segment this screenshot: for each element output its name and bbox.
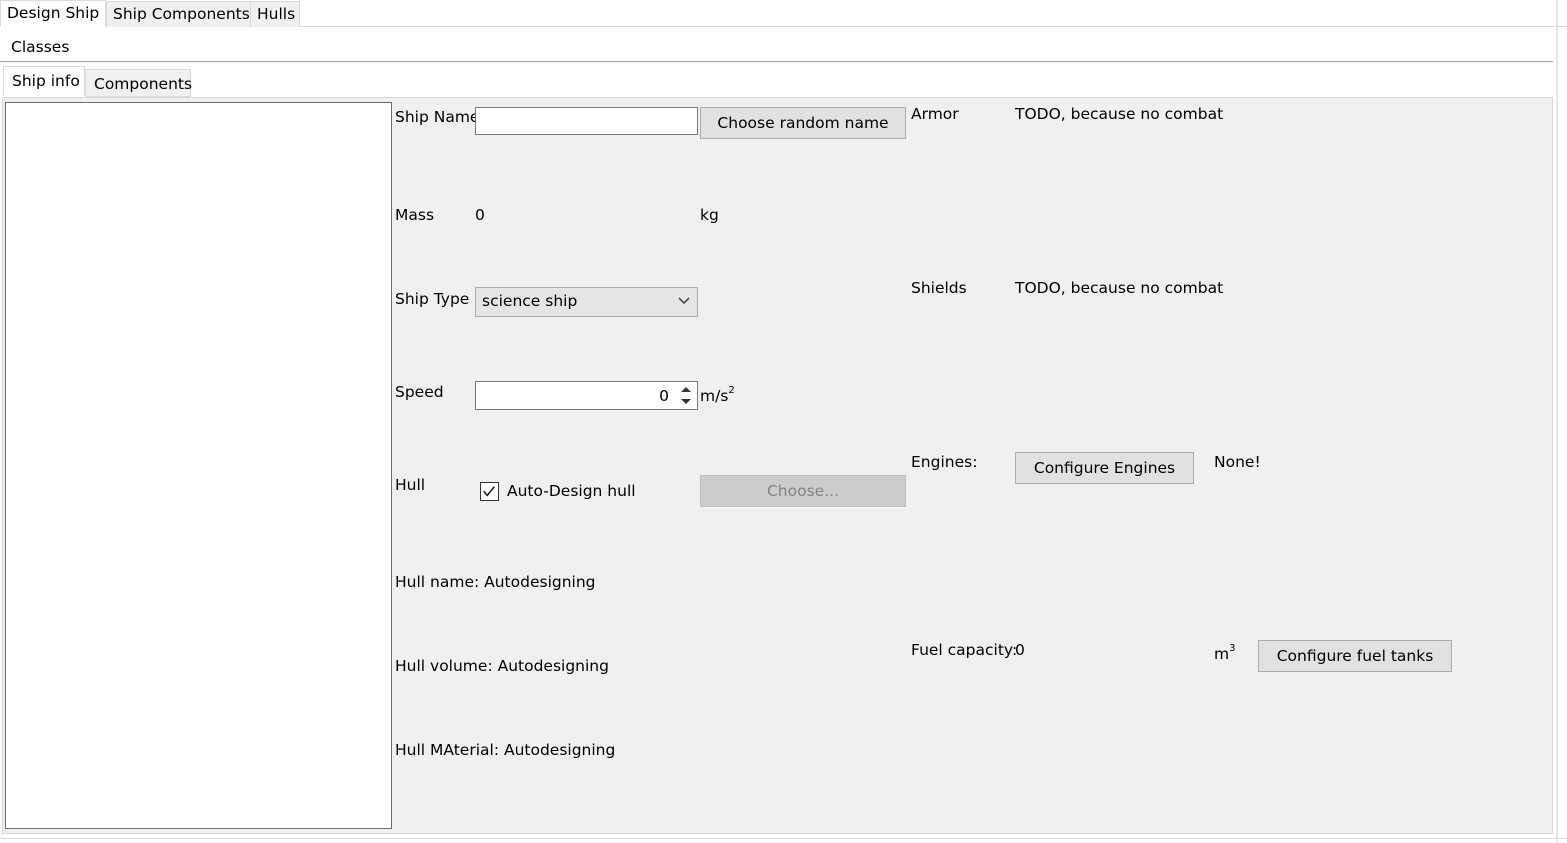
hull-material-text: Hull MAterial: Autodesigning <box>395 741 616 759</box>
auto-design-hull-checkbox[interactable] <box>480 482 499 501</box>
speed-unit: m/s2 <box>700 384 735 405</box>
speed-label: Speed <box>395 383 444 401</box>
tab-components[interactable]: Components <box>85 69 193 97</box>
classes-label: Classes <box>11 38 70 56</box>
tab-design-ship[interactable]: Design Ship <box>0 0 106 27</box>
shields-label: Shields <box>911 279 967 297</box>
classes-header <box>0 32 1553 62</box>
mass-unit: kg <box>700 206 719 224</box>
mass-label: Mass <box>395 206 435 224</box>
engines-label: Engines: <box>911 453 978 471</box>
ship-type-selected: science ship <box>482 292 578 310</box>
window-bottom-edge <box>0 838 1567 839</box>
ship-type-select[interactable]: science ship <box>475 287 698 317</box>
configure-fuel-tanks-button[interactable]: Configure fuel tanks <box>1258 640 1452 672</box>
fuel-capacity-label: Fuel capacity: <box>911 641 1018 659</box>
tab-hulls[interactable]: Hulls <box>250 1 300 27</box>
choose-hull-button[interactable]: Choose... <box>700 475 906 507</box>
tab-label: Ship Components <box>113 5 250 23</box>
tab-label: Design Ship <box>7 4 100 22</box>
armor-value: TODO, because no combat <box>1015 105 1224 123</box>
ship-class-list[interactable] <box>5 102 392 829</box>
fuel-capacity-unit: m3 <box>1214 642 1236 663</box>
ship-name-label: Ship Name <box>395 108 480 126</box>
tab-ship-components[interactable]: Ship Components <box>106 1 251 27</box>
engines-value: None! <box>1214 453 1261 471</box>
ship-name-input[interactable] <box>475 107 698 135</box>
shields-value: TODO, because no combat <box>1015 279 1224 297</box>
hull-label: Hull <box>395 476 426 494</box>
tab-ship-info[interactable]: Ship info <box>3 66 85 96</box>
choose-random-name-button[interactable]: Choose random name <box>700 107 906 139</box>
window-edge <box>1556 0 1558 843</box>
tab-label: Hulls <box>257 5 296 23</box>
hull-volume-text: Hull volume: Autodesigning <box>395 657 609 675</box>
auto-design-hull-label[interactable]: Auto-Design hull <box>507 482 636 500</box>
armor-label: Armor <box>911 105 959 123</box>
tab-label: Ship info <box>12 72 80 90</box>
hull-name-text: Hull name: Autodesigning <box>395 573 596 591</box>
caret-down-icon[interactable] <box>675 395 697 409</box>
configure-engines-button[interactable]: Configure Engines <box>1015 452 1194 484</box>
speed-value: 0 <box>659 387 669 405</box>
mass-value: 0 <box>475 206 485 224</box>
sub-tab-bar <box>0 63 1553 98</box>
caret-up-icon[interactable] <box>675 382 697 396</box>
tab-label: Components <box>94 75 193 93</box>
chevron-down-icon <box>678 297 690 304</box>
check-icon <box>483 486 495 497</box>
speed-spinner[interactable]: 0 <box>475 381 698 410</box>
ship-type-label: Ship Type <box>395 290 470 308</box>
fuel-capacity-value: 0 <box>1015 641 1025 659</box>
